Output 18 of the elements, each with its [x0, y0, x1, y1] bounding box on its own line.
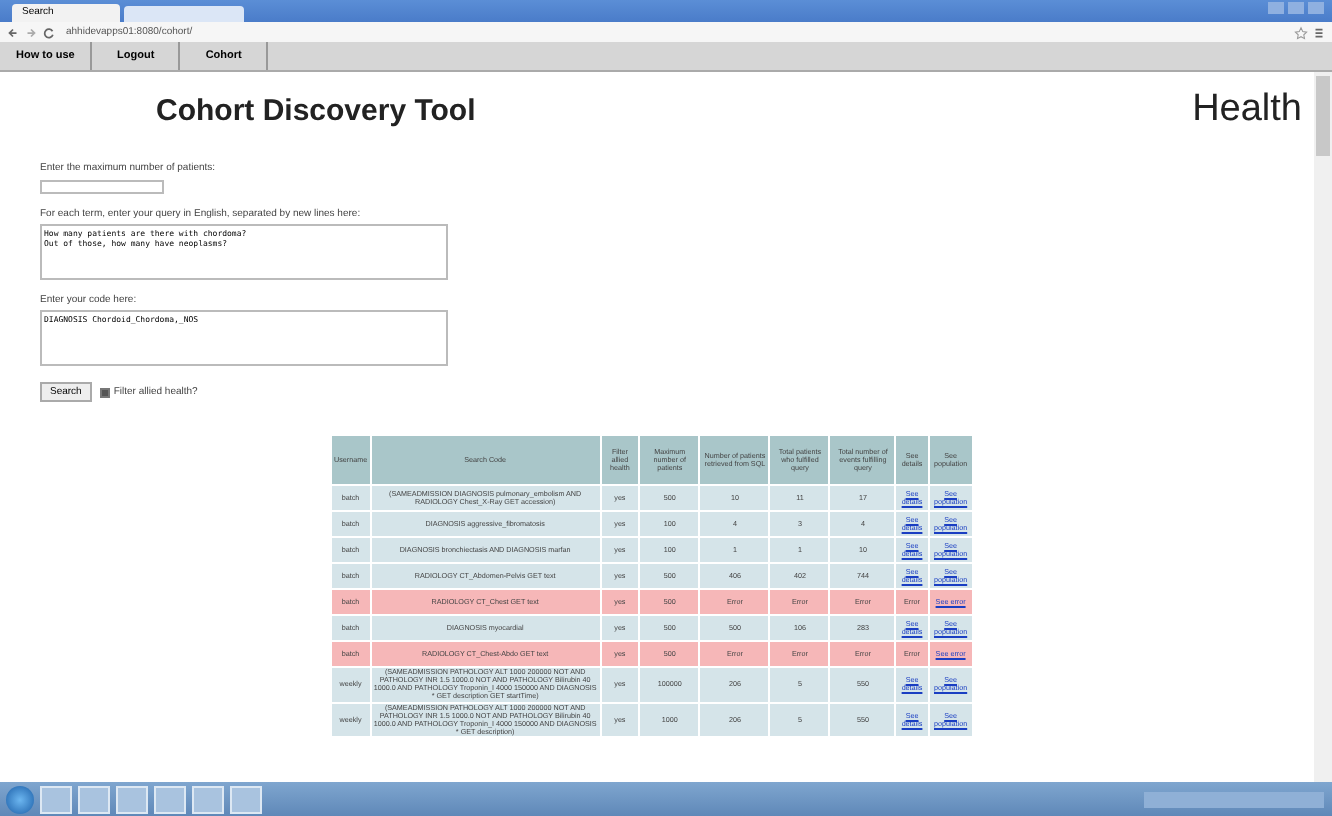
filter-checkbox[interactable] — [99, 387, 110, 397]
page-title: Cohort Discovery Tool — [156, 93, 476, 127]
taskbar-app-icon[interactable] — [78, 785, 110, 813]
taskbar-app-icon[interactable] — [40, 785, 72, 813]
window-controls-icon[interactable] — [1268, 2, 1324, 14]
max-patients-field[interactable] — [40, 180, 164, 194]
brand-logo: Health — [1192, 88, 1302, 132]
taskbar-app-icon[interactable] — [192, 785, 224, 813]
taskbar-app-icon[interactable] — [116, 785, 148, 813]
taskbar-app-icon[interactable] — [230, 785, 262, 813]
back-icon[interactable] — [6, 25, 20, 39]
scrollbar[interactable] — [1314, 72, 1332, 782]
reload-icon[interactable] — [42, 25, 56, 39]
system-tray-icon[interactable] — [1144, 791, 1324, 807]
star-icon[interactable] — [1294, 25, 1308, 39]
taskbar-app-icon[interactable] — [154, 785, 186, 813]
menu-icon[interactable] — [1312, 25, 1326, 39]
start-icon[interactable] — [6, 785, 34, 813]
